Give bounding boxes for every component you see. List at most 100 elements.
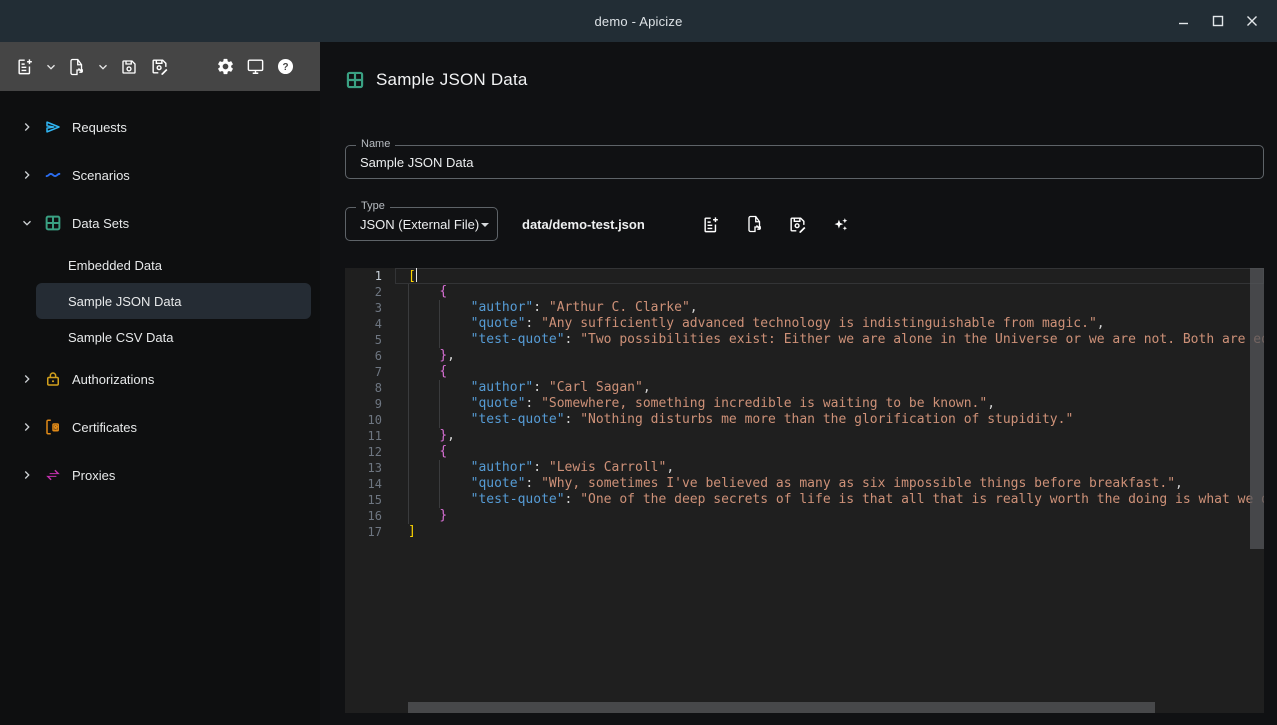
save-as-button[interactable] [146, 49, 172, 85]
code-token: : [533, 300, 549, 315]
new-document-button[interactable] [12, 49, 38, 85]
save-button[interactable] [116, 49, 142, 85]
code-token: "test-quote" [471, 332, 565, 347]
svg-text:?: ? [282, 62, 288, 73]
chevron-down-button[interactable] [42, 49, 60, 85]
editor-line[interactable]: 2 { [345, 284, 1264, 300]
maximize-button[interactable] [1201, 0, 1235, 42]
code-token [408, 508, 439, 523]
titlebar: demo - Apicize [0, 0, 1277, 42]
chevron-right-icon[interactable] [20, 168, 34, 182]
new-document-button[interactable] [702, 212, 722, 236]
code-line[interactable]: "quote": "Why, sometimes I've believed a… [395, 476, 1264, 492]
settings-gear-button[interactable] [212, 49, 238, 85]
code-line[interactable]: [ [395, 268, 1264, 284]
save-as-icon [788, 215, 807, 234]
chevron-down-icon[interactable] [20, 216, 34, 230]
code-line[interactable]: "test-quote": "Nothing disturbs me more … [395, 412, 1264, 428]
code-line[interactable]: { [395, 444, 1264, 460]
type-select[interactable]: Type JSON (External File) [345, 207, 498, 241]
editor-line[interactable]: 17] [345, 524, 1264, 540]
chevron-right-icon[interactable] [20, 120, 34, 134]
line-number: 9 [345, 396, 395, 412]
code-line[interactable]: "quote": "Somewhere, something incredibl… [395, 396, 1264, 412]
sidebar-item-embedded-data[interactable]: Embedded Data [36, 247, 311, 283]
code-token: } [439, 428, 447, 443]
line-number: 17 [345, 524, 395, 540]
code-line[interactable]: "author": "Lewis Carroll", [395, 460, 1264, 476]
sidebar-item-proxies[interactable]: Proxies [0, 451, 320, 499]
indent-guide [439, 396, 440, 412]
open-file-button[interactable] [745, 212, 765, 236]
code-token: , [643, 380, 651, 395]
chevron-down-button[interactable] [94, 49, 112, 85]
name-field[interactable]: Name Sample JSON Data [345, 145, 1264, 179]
sidebar-item-sample-json-data[interactable]: Sample JSON Data [36, 283, 311, 319]
code-token: } [439, 508, 447, 523]
indent-guide [439, 300, 440, 316]
code-token: "Any sufficiently advanced technology is… [541, 316, 1097, 331]
sidebar-item-scenarios[interactable]: Scenarios [0, 151, 320, 199]
editor-line[interactable]: 1[ [345, 268, 1264, 284]
editor-line[interactable]: 6 }, [345, 348, 1264, 364]
code-line[interactable]: } [395, 508, 1264, 524]
code-line[interactable]: "author": "Arthur C. Clarke", [395, 300, 1264, 316]
editor-line[interactable]: 3 "author": "Arthur C. Clarke", [345, 300, 1264, 316]
sparkle-button[interactable] [831, 212, 851, 236]
vertical-scrollbar-thumb[interactable] [1250, 268, 1264, 549]
code-token: , [690, 300, 698, 315]
code-line[interactable]: }, [395, 348, 1264, 364]
sidebar-item-data-sets[interactable]: Data Sets [0, 199, 320, 247]
swap-arrows-icon [44, 466, 62, 484]
code-line[interactable]: ] [395, 524, 1264, 540]
editor-line[interactable]: 5 "test-quote": "Two possibilities exist… [345, 332, 1264, 348]
text-cursor [416, 268, 418, 282]
sidebar-item-authorizations[interactable]: Authorizations [0, 355, 320, 403]
editor-line[interactable]: 7 { [345, 364, 1264, 380]
code-line[interactable]: "test-quote": "One of the deep secrets o… [395, 492, 1264, 508]
editor-line[interactable]: 8 "author": "Carl Sagan", [345, 380, 1264, 396]
sidebar-item-certificates[interactable]: Certificates [0, 403, 320, 451]
chevron-right-icon[interactable] [20, 420, 34, 434]
indent-guide [408, 300, 409, 316]
open-file-button[interactable] [64, 49, 90, 85]
editor-line[interactable]: 11 }, [345, 428, 1264, 444]
editor-line[interactable]: 14 "quote": "Why, sometimes I've believe… [345, 476, 1264, 492]
editor-content[interactable]: 1[2 {3 "author": "Arthur C. Clarke",4 "q… [345, 268, 1264, 713]
chevron-right-icon[interactable] [20, 372, 34, 386]
help-button[interactable]: ? [272, 49, 298, 85]
editor-line[interactable]: 12 { [345, 444, 1264, 460]
editor-line[interactable]: 13 "author": "Lewis Carroll", [345, 460, 1264, 476]
horizontal-scrollbar[interactable] [345, 702, 1250, 713]
display-button[interactable] [242, 49, 268, 85]
editor-line[interactable]: 10 "test-quote": "Nothing disturbs me mo… [345, 412, 1264, 428]
line-number: 7 [345, 364, 395, 380]
indent-guide [408, 316, 409, 332]
editor-line[interactable]: 16 } [345, 508, 1264, 524]
chevron-right-icon[interactable] [20, 468, 34, 482]
indent-guide [439, 380, 440, 396]
minimize-button[interactable] [1167, 0, 1201, 42]
close-button[interactable] [1235, 0, 1269, 42]
json-editor[interactable]: 1[2 {3 "author": "Arthur C. Clarke",4 "q… [345, 268, 1264, 713]
editor-line[interactable]: 4 "quote": "Any sufficiently advanced te… [345, 316, 1264, 332]
horizontal-scrollbar-thumb[interactable] [408, 702, 1155, 713]
code-token: : [525, 396, 541, 411]
editor-line[interactable]: 9 "quote": "Somewhere, something incredi… [345, 396, 1264, 412]
sidebar-item-requests[interactable]: Requests [0, 103, 320, 151]
name-input[interactable]: Sample JSON Data [346, 155, 473, 170]
code-line[interactable]: "quote": "Any sufficiently advanced tech… [395, 316, 1264, 332]
save-as-button[interactable] [788, 212, 808, 236]
lock-icon [44, 370, 62, 388]
code-line[interactable]: "test-quote": "Two possibilities exist: … [395, 332, 1264, 348]
code-line[interactable]: { [395, 364, 1264, 380]
code-line[interactable]: { [395, 284, 1264, 300]
code-line[interactable]: "author": "Carl Sagan", [395, 380, 1264, 396]
line-number: 13 [345, 460, 395, 476]
vertical-scrollbar[interactable] [1250, 268, 1264, 702]
code-line[interactable]: }, [395, 428, 1264, 444]
indent-guide [408, 492, 409, 508]
editor-line[interactable]: 15 "test-quote": "One of the deep secret… [345, 492, 1264, 508]
sidebar-item-label: Requests [72, 120, 127, 135]
sidebar-item-sample-csv-data[interactable]: Sample CSV Data [36, 319, 311, 355]
